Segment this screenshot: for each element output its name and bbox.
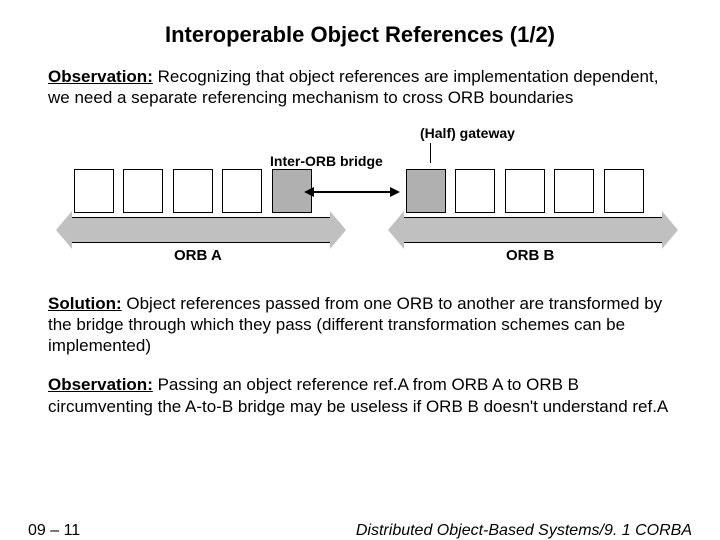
object-box (505, 169, 545, 213)
object-box (604, 169, 644, 213)
object-box (74, 169, 114, 213)
object-box (123, 169, 163, 213)
orb-diagram: (Half) gateway Inter-ORB bridge ORB A (50, 125, 670, 275)
object-box (554, 169, 594, 213)
solution-text: Object references passed from one ORB to… (48, 294, 662, 356)
orb-b-objects (406, 169, 649, 211)
observation-1-label: Observation: (48, 67, 153, 86)
inter-orb-bridge-label: Inter-ORB bridge (270, 153, 383, 169)
orb-b-label: ORB B (506, 247, 554, 264)
observation-1: Observation: Recognizing that object ref… (48, 66, 672, 109)
object-box (173, 169, 213, 213)
solution: Solution: Object references passed from … (48, 293, 672, 357)
object-box (222, 169, 262, 213)
half-gateway-pointer (430, 143, 431, 163)
bridge-arrow (304, 187, 400, 197)
object-box (455, 169, 495, 213)
gateway-box (406, 169, 446, 213)
solution-label: Solution: (48, 294, 122, 313)
observation-2-label: Observation: (48, 375, 153, 394)
orb-a-bus (56, 217, 346, 243)
observation-2: Observation: Passing an object reference… (48, 374, 672, 417)
orb-a-label: ORB A (174, 247, 222, 264)
orb-a-objects (74, 169, 317, 211)
source-citation: Distributed Object-Based Systems/9. 1 CO… (356, 522, 692, 540)
half-gateway-label: (Half) gateway (420, 125, 515, 141)
page-number: 09 – 11 (28, 522, 80, 540)
orb-b-bus (388, 217, 678, 243)
slide-title: Interoperable Object References (1/2) (0, 0, 720, 48)
slide: Interoperable Object References (1/2) Ob… (0, 0, 720, 540)
